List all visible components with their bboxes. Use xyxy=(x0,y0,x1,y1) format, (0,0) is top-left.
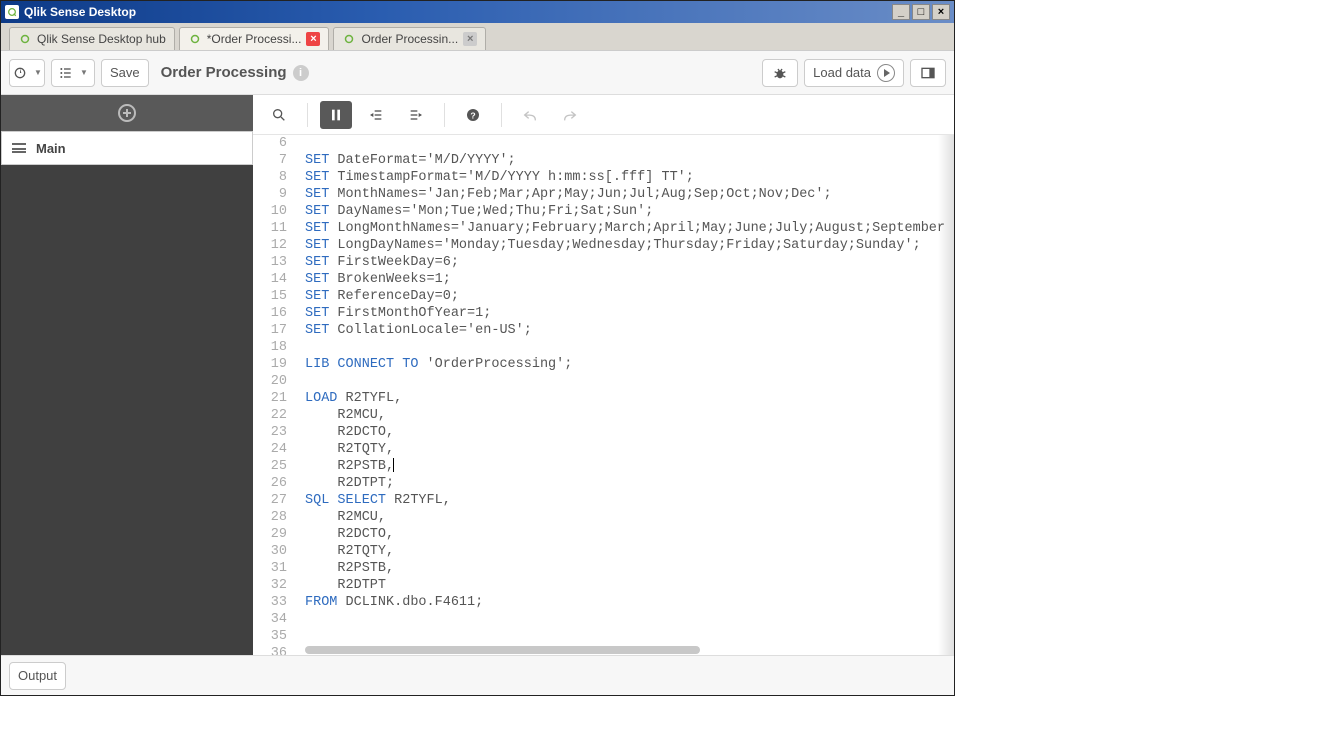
close-button[interactable]: × xyxy=(932,4,950,20)
tab-order-processing-modified[interactable]: *Order Processi... × xyxy=(179,27,330,50)
app-name-text: Order Processing xyxy=(161,64,287,81)
tab-label: *Order Processi... xyxy=(207,32,302,46)
editor-column: ? 67891011121314151617181920212223242526… xyxy=(253,95,954,655)
toggle-panel-button[interactable] xyxy=(910,59,946,87)
qlik-icon xyxy=(188,32,202,46)
app-tabs: Qlik Sense Desktop hub *Order Processi..… xyxy=(1,23,954,51)
outdent-button[interactable] xyxy=(400,101,432,129)
main-toolbar: ▼ ▼ Save Order Processing i Load data xyxy=(1,51,954,95)
play-icon xyxy=(877,64,895,82)
list-menu-button[interactable]: ▼ xyxy=(51,59,95,87)
app-window: Qlik Sense Desktop _ □ × Qlik Sense Desk… xyxy=(0,0,955,696)
save-button[interactable]: Save xyxy=(101,59,149,87)
window-controls: _ □ × xyxy=(890,4,950,20)
app-logo-icon xyxy=(5,5,19,19)
code-area[interactable]: SET DateFormat='M/D/YYYY';SET TimestampF… xyxy=(297,135,954,655)
line-gutter: 6789101112131415161718192021222324252627… xyxy=(253,135,297,655)
undo-button[interactable] xyxy=(514,101,546,129)
editor-body: Main ? xyxy=(1,95,954,655)
tab-order-processing[interactable]: Order Processin... × xyxy=(333,27,486,50)
horizontal-scrollbar[interactable] xyxy=(305,645,942,655)
section-main[interactable]: Main xyxy=(1,131,253,165)
scrollbar-thumb[interactable] xyxy=(305,646,700,654)
plus-icon xyxy=(118,104,136,122)
indent-button[interactable] xyxy=(360,101,392,129)
save-button-label: Save xyxy=(110,65,140,80)
close-tab-icon[interactable]: × xyxy=(306,32,320,46)
vertical-scrollbar[interactable] xyxy=(938,135,954,655)
add-section-button[interactable] xyxy=(1,95,253,131)
qlik-icon xyxy=(342,32,356,46)
debug-button[interactable] xyxy=(762,59,798,87)
svg-text:?: ? xyxy=(470,110,475,120)
tab-label: Order Processin... xyxy=(361,32,458,46)
tab-label: Qlik Sense Desktop hub xyxy=(37,32,166,46)
output-button[interactable]: Output xyxy=(9,662,66,690)
footer: Output xyxy=(1,655,954,695)
sections-sidebar: Main xyxy=(1,95,253,655)
output-button-label: Output xyxy=(18,668,57,683)
comment-button[interactable] xyxy=(320,101,352,129)
editor-toolbar: ? xyxy=(253,95,954,135)
titlebar: Qlik Sense Desktop _ □ × xyxy=(1,1,954,23)
minimize-button[interactable]: _ xyxy=(892,4,910,20)
load-data-button[interactable]: Load data xyxy=(804,59,904,87)
code-editor[interactable]: 6789101112131415161718192021222324252627… xyxy=(253,135,954,655)
app-name: Order Processing i xyxy=(161,64,309,81)
info-icon[interactable]: i xyxy=(293,65,309,81)
search-button[interactable] xyxy=(263,101,295,129)
tab-hub[interactable]: Qlik Sense Desktop hub xyxy=(9,27,175,50)
close-tab-icon[interactable]: × xyxy=(463,32,477,46)
nav-menu-button[interactable]: ▼ xyxy=(9,59,45,87)
section-label: Main xyxy=(36,141,66,156)
help-button[interactable]: ? xyxy=(457,101,489,129)
qlik-icon xyxy=(18,32,32,46)
maximize-button[interactable]: □ xyxy=(912,4,930,20)
redo-button[interactable] xyxy=(554,101,586,129)
window-title: Qlik Sense Desktop xyxy=(24,5,136,19)
load-data-label: Load data xyxy=(813,65,871,80)
drag-handle-icon[interactable] xyxy=(12,143,26,153)
